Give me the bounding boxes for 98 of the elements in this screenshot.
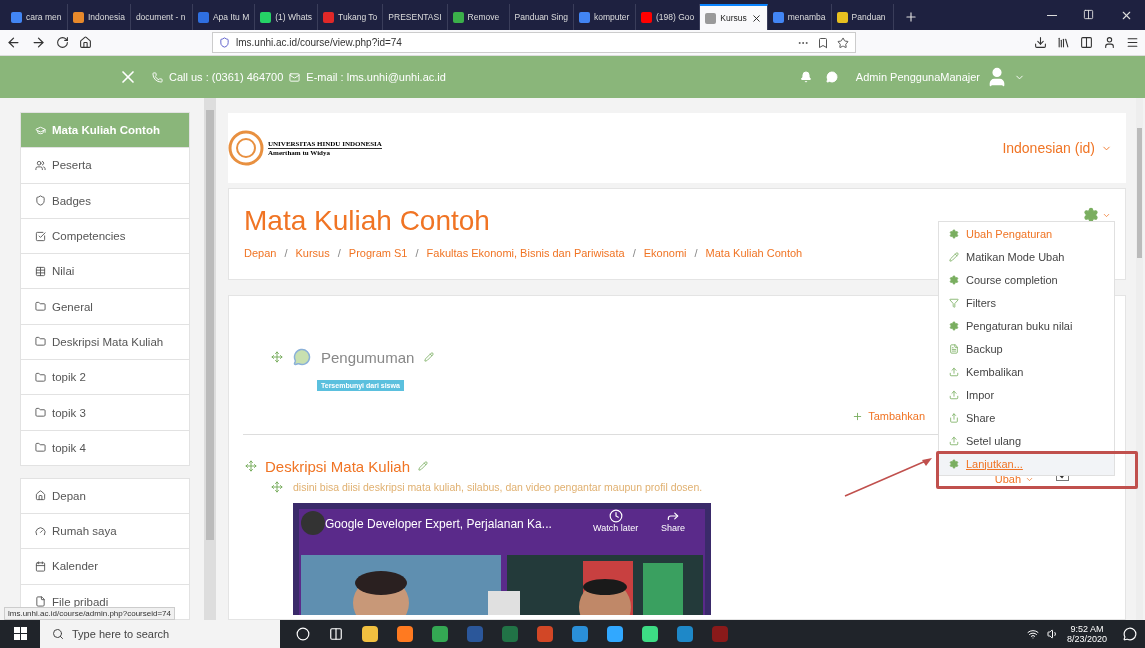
shield-icon [219, 37, 230, 48]
volume-icon [1046, 628, 1059, 640]
clock-time: 9:52 AM [1070, 624, 1104, 634]
mail-icon [289, 71, 301, 83]
bell-icon [799, 71, 812, 83]
section-summary: disini bisa diisi deskripsi mata kuliah, silabus, dan video pengantar maupun profil dosen. [293, 481, 703, 493]
sidebar-item[interactable]: Nilai [20, 253, 190, 290]
folder-icon [35, 371, 46, 383]
search-icon [52, 628, 64, 640]
notification-icon [1123, 627, 1137, 641]
home-icon [79, 36, 92, 49]
breadcrumb-separator: / [632, 247, 636, 259]
taskbar-app-icon[interactable] [677, 626, 693, 642]
activity-link[interactable]: Pengumuman [321, 348, 415, 366]
folder-icon [35, 407, 46, 418]
video-title[interactable]: Google Developer Expert, Perjalanan Ka... [325, 517, 552, 531]
taskbar-app-icon[interactable] [362, 626, 378, 642]
close-icon [750, 12, 762, 24]
clock-icon [608, 509, 623, 523]
move-icon [271, 351, 283, 363]
taskbar-app-icon[interactable] [572, 626, 588, 642]
new-tab-icon [903, 10, 918, 24]
filter-icon [949, 297, 959, 308]
edit-icon [424, 352, 435, 362]
gear-icon [949, 320, 959, 331]
taskbar-app-icon[interactable] [467, 626, 483, 642]
chat-icon [825, 71, 838, 83]
star-icon [837, 36, 849, 49]
calendar-icon [35, 560, 46, 572]
scrollbar[interactable] [204, 98, 216, 620]
sidebar-item[interactable]: topik 4 [20, 429, 190, 466]
status-tooltip: lms.unhi.ac.id/course/admin.php?courseid=74 [4, 607, 175, 620]
people-icon [35, 159, 46, 171]
pencil-icon [949, 251, 959, 262]
library-icon [1057, 36, 1070, 49]
phone-icon [152, 71, 163, 83]
table-icon [35, 265, 46, 277]
gear-icon [949, 228, 959, 239]
breadcrumb-separator: / [415, 247, 419, 259]
url-field[interactable]: lms.unhi.ac.id/course/view.php?id=74 [212, 32, 856, 53]
taskbar-app-icon[interactable] [537, 626, 553, 642]
edit-icon [418, 461, 429, 471]
sidebar-item[interactable]: Depan [20, 477, 190, 514]
graduation-cap-icon [35, 124, 46, 136]
sidebar-item[interactable]: topik 2 [20, 359, 190, 396]
minimize-icon[interactable] [1047, 14, 1057, 16]
clock-date: 8/23/2020 [1066, 634, 1107, 644]
breadcrumb-separator: / [694, 247, 698, 259]
course-title: Mata Kuliah Contoh [244, 205, 490, 237]
wifi-icon [1026, 628, 1039, 640]
upload-icon [949, 435, 959, 446]
gear-icon [949, 458, 959, 469]
share-label[interactable]: Share [661, 523, 686, 533]
download-icon [1034, 36, 1047, 49]
taskbar-app-icon[interactable] [607, 626, 623, 642]
sidebar-item[interactable]: Kalender [20, 548, 190, 585]
gauge-icon [35, 525, 46, 537]
taskbar-search-field[interactable]: Type here to search [40, 620, 280, 648]
document-icon [949, 343, 959, 354]
taskbar-app-icon[interactable] [397, 626, 413, 642]
sidebar-icon [1080, 36, 1093, 49]
browser-tab[interactable]: Kursus [700, 4, 768, 30]
reload-icon [56, 36, 69, 49]
watch-later-label[interactable]: Watch later [593, 523, 639, 533]
taskbar-app-icon[interactable] [432, 626, 448, 642]
breadcrumb-separator: / [337, 247, 341, 259]
move-icon [271, 481, 283, 493]
taskbar-app-icon[interactable] [642, 626, 658, 642]
sidebar-item[interactable]: topik 3 [20, 394, 190, 431]
forum-icon [293, 348, 311, 366]
back-icon [6, 35, 21, 50]
home-icon [35, 490, 46, 502]
sidebar-item[interactable]: Peserta [20, 147, 190, 184]
sidebar-item[interactable]: General [20, 288, 190, 325]
file-icon [35, 596, 46, 608]
upload-icon [949, 389, 959, 400]
menu-icon [1126, 36, 1139, 49]
gear-icon [949, 274, 959, 285]
phone-text: Call us : (0361) 464700 [169, 71, 284, 83]
add-icon [852, 410, 864, 422]
sidebar-item[interactable]: Badges [20, 182, 190, 219]
taskbar-app-icon[interactable] [502, 626, 518, 642]
windows-icon[interactable] [14, 627, 28, 641]
move-icon [245, 460, 257, 472]
folder-icon [35, 442, 46, 454]
page-scrollbar[interactable] [1136, 98, 1143, 620]
checkbox-icon [35, 230, 46, 242]
folder-icon [35, 301, 46, 313]
sidebar-item[interactable]: Rumah saya [20, 513, 190, 550]
logo-icon [228, 130, 264, 166]
forward-icon [31, 35, 46, 50]
settings-icon [1083, 207, 1099, 223]
email-text: E-mail : lms.unhi@unhi.ac.id [306, 71, 446, 83]
upload-icon [949, 366, 959, 377]
breadcrumb-separator: / [284, 247, 288, 259]
shield-icon [35, 195, 46, 207]
folder-icon [35, 336, 46, 348]
account-icon [1103, 36, 1116, 49]
